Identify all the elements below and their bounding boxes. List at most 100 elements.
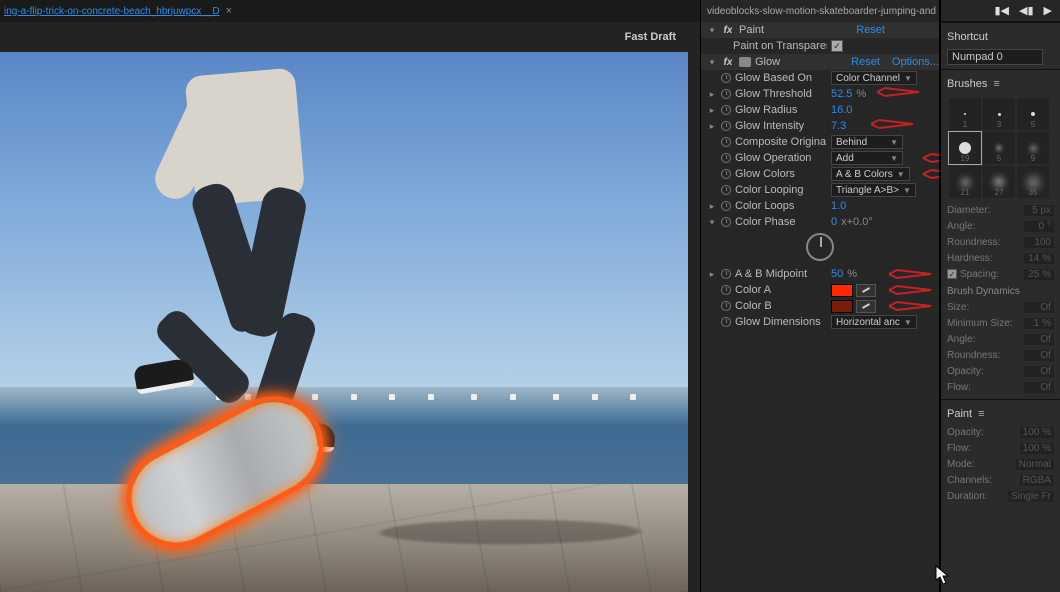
twirl-right-icon[interactable]: ▸ [707, 89, 717, 100]
prop-value[interactable]: Of [1024, 302, 1054, 313]
prop-composite-original: Composite Origina Behind▼ [701, 134, 939, 150]
brush-preset-label: 35 [1029, 188, 1038, 197]
paint-panel: Paint ≡ Opacity:100 %Flow:100 %Mode:Norm… [941, 399, 1060, 508]
twirl-right-icon[interactable]: ▸ [707, 269, 717, 280]
panel-menu-icon[interactable]: ≡ [993, 78, 999, 90]
color-looping-dropdown[interactable]: Triangle A>B>▼ [831, 183, 916, 197]
glow-based-on-dropdown[interactable]: Color Channel▼ [831, 71, 917, 85]
prev-frame-button[interactable]: ◀▮ [1019, 4, 1034, 17]
color-phase-value[interactable]: 0 [831, 216, 837, 228]
prop-label: Angle: [947, 221, 975, 232]
chevron-down-icon: ▼ [890, 138, 898, 147]
stopwatch-icon[interactable] [721, 317, 731, 327]
stopwatch-icon[interactable] [721, 73, 731, 83]
ab-midpoint-value[interactable]: 50 [831, 268, 843, 280]
prop-value[interactable]: Of [1024, 350, 1054, 361]
prop-value[interactable]: 100 [1024, 237, 1054, 248]
composition-tab[interactable]: ing-a-flip-trick-on-concrete-beach_hbrju… [4, 6, 220, 17]
brush-preset[interactable]: 19 [949, 132, 981, 164]
stopwatch-icon[interactable] [721, 301, 731, 311]
prop-value[interactable]: 1 % [1024, 318, 1054, 329]
color-loops-value[interactable]: 1.0 [831, 200, 846, 212]
stopwatch-icon[interactable] [721, 137, 731, 147]
play-button[interactable]: ▶ [1044, 4, 1052, 17]
color-b-swatch[interactable] [831, 300, 853, 313]
glow-intensity-value[interactable]: 7.3 [831, 120, 846, 132]
brush-preset[interactable]: 35 [1017, 166, 1049, 198]
prop-flow: Flow:Of [947, 379, 1054, 395]
stopwatch-icon[interactable] [721, 121, 731, 131]
effect-paint-reset[interactable]: Reset [856, 24, 885, 36]
prop-ab-midpoint: ▸A & B Midpoint 50% [701, 266, 939, 282]
panel-menu-icon[interactable]: ≡ [978, 408, 984, 420]
stopwatch-icon[interactable] [721, 269, 731, 279]
stopwatch-icon[interactable] [721, 285, 731, 295]
twirl-down-icon[interactable]: ▾ [707, 25, 717, 36]
stopwatch-icon[interactable] [721, 217, 731, 227]
prop-label: Opacity: [947, 366, 984, 377]
prop-value[interactable]: Of [1024, 366, 1054, 377]
color-b-eyedropper-icon[interactable] [856, 300, 876, 313]
prop-value[interactable]: Single Fr [1008, 491, 1054, 502]
close-tab-icon[interactable]: × [226, 5, 232, 17]
prop-value[interactable]: Of [1024, 382, 1054, 393]
prop-value[interactable]: RGBA [1020, 475, 1054, 486]
effect-paint-header[interactable]: ▾ fx Paint Reset [701, 22, 939, 38]
prop-value[interactable]: 0 ° [1024, 221, 1054, 232]
brush-preset[interactable]: 9 [1017, 132, 1049, 164]
stopwatch-icon[interactable] [721, 185, 731, 195]
prop-color-b: Color B [701, 298, 939, 314]
prop-value[interactable]: 100 % [1020, 427, 1054, 438]
prop-hardness: Hardness:14 % [947, 250, 1054, 266]
effect-glow-header[interactable]: ▾ fx Glow Reset Options... [701, 54, 939, 70]
prop-minsize: Minimum Size:1 % [947, 315, 1054, 331]
prop-glow-threshold: ▸Glow Threshold 52.5% [701, 86, 939, 102]
paint-on-transparent-checkbox[interactable]: ✓ [831, 40, 843, 52]
brush-preset[interactable]: 27 [983, 166, 1015, 198]
glow-operation-dropdown[interactable]: Add▼ [831, 151, 903, 165]
stopwatch-icon[interactable] [721, 89, 731, 99]
shortcut-input[interactable]: Numpad 0 [947, 49, 1043, 65]
twirl-right-icon[interactable]: ▸ [707, 121, 717, 132]
color-phase-dial-row [701, 230, 939, 266]
twirl-right-icon[interactable]: ▸ [707, 201, 717, 212]
glow-radius-value[interactable]: 16.0 [831, 104, 852, 116]
color-a-eyedropper-icon[interactable] [856, 284, 876, 297]
paint-on-transparent-label: Paint on Transparent [733, 40, 827, 52]
stopwatch-icon[interactable] [721, 169, 731, 179]
brush-preset[interactable]: 3 [983, 98, 1015, 130]
brush-preset[interactable]: 21 [949, 166, 981, 198]
color-a-swatch[interactable] [831, 284, 853, 297]
effects-tab[interactable]: videoblocks-slow-motion-skateboarder-jum… [707, 6, 936, 17]
brush-preset[interactable]: 1 [949, 98, 981, 130]
stopwatch-icon[interactable] [721, 105, 731, 115]
prop-value[interactable]: 25 % [1024, 269, 1054, 280]
color-phase-dial[interactable] [806, 233, 834, 261]
spacing-checkbox[interactable]: ✓ [947, 269, 957, 279]
render-mode-label[interactable]: Fast Draft [625, 31, 676, 43]
composite-original-dropdown[interactable]: Behind▼ [831, 135, 903, 149]
stopwatch-icon[interactable] [721, 153, 731, 163]
effect-paint-label: Paint [739, 24, 852, 36]
twirl-right-icon[interactable]: ▸ [707, 105, 717, 116]
glow-threshold-value[interactable]: 52.5 [831, 88, 852, 100]
brush-preset[interactable]: 5 [1017, 98, 1049, 130]
playback-controls: ▮◀ ◀▮ ▶ [941, 0, 1060, 22]
effect-preset-icon[interactable] [739, 57, 751, 67]
prop-value[interactable]: Of [1024, 334, 1054, 345]
effect-glow-options[interactable]: Options... [892, 56, 939, 68]
prop-value[interactable]: Normal [1016, 459, 1054, 470]
glow-dimensions-dropdown[interactable]: Horizontal anc▼ [831, 315, 917, 329]
twirl-down-icon[interactable]: ▾ [707, 217, 717, 228]
effect-glow-reset[interactable]: Reset [851, 56, 880, 68]
glow-colors-dropdown[interactable]: A & B Colors▼ [831, 167, 910, 181]
stopwatch-icon[interactable] [721, 201, 731, 211]
prop-value[interactable]: 14 % [1024, 253, 1054, 264]
brush-preset-label: 3 [997, 120, 1001, 129]
brush-preset[interactable]: 5 [983, 132, 1015, 164]
prop-value[interactable]: 100 % [1020, 443, 1054, 454]
first-frame-button[interactable]: ▮◀ [995, 4, 1010, 17]
prop-value[interactable]: 5 px [1024, 205, 1054, 216]
twirl-down-icon[interactable]: ▾ [707, 57, 717, 68]
composition-viewport[interactable] [0, 52, 688, 592]
